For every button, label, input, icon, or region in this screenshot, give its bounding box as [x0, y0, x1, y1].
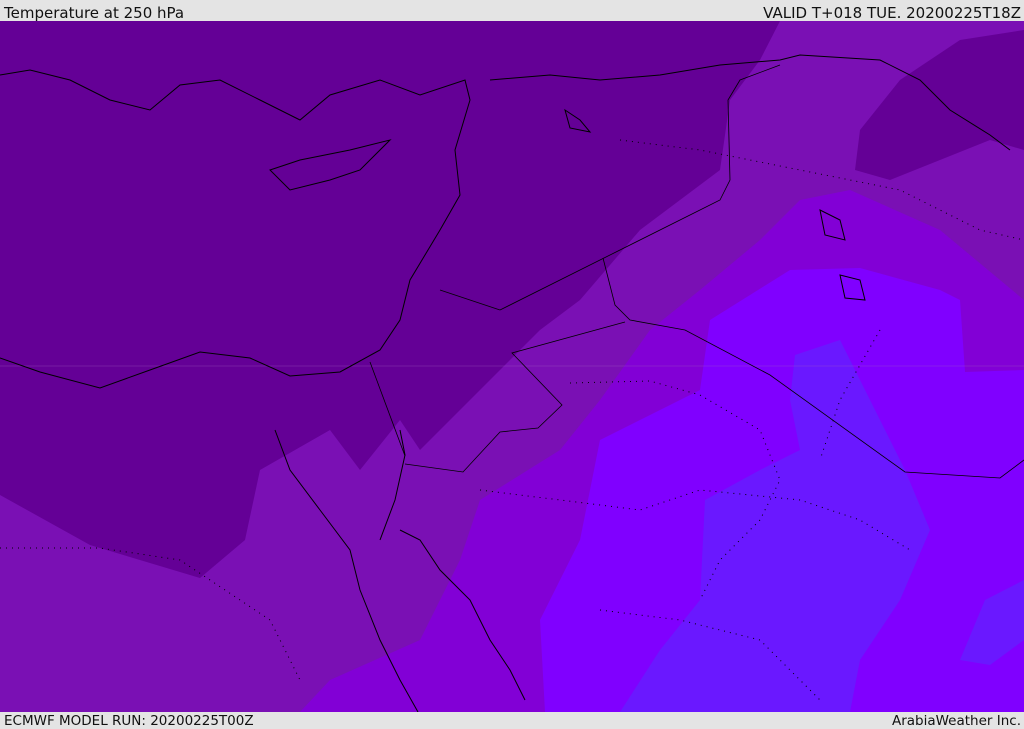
model-run: ECMWF MODEL RUN: 20200225T00Z: [4, 713, 254, 729]
header-bar: Temperature at 250 hPa VALID T+018 TUE. …: [0, 0, 1024, 22]
map-title: Temperature at 250 hPa: [4, 4, 185, 22]
footer-bar: ECMWF MODEL RUN: 20200225T00Z ArabiaWeat…: [0, 712, 1024, 729]
temperature-map[interactable]: [0, 21, 1024, 712]
credit: ArabiaWeather Inc.: [891, 713, 1021, 729]
valid-time: VALID T+018 TUE. 20200225T18Z: [763, 4, 1021, 22]
